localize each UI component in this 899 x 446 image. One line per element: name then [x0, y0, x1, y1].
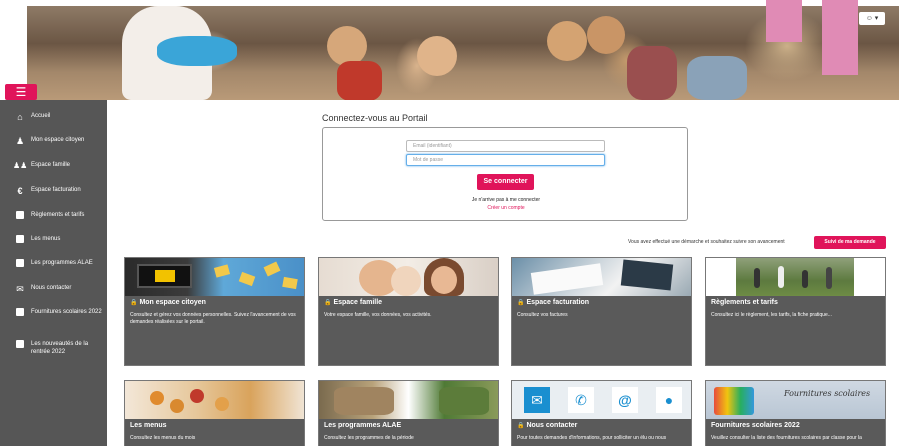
- card-description: Pour toutes demandes d'informations, pou…: [517, 435, 667, 441]
- user-icon: ♟: [15, 136, 25, 146]
- mail-icon: ✉: [524, 387, 550, 413]
- password-field[interactable]: Mot de passe: [406, 154, 605, 166]
- card-image: [125, 381, 304, 419]
- lock-icon: 🔒: [130, 300, 138, 306]
- card-espace-facturation[interactable]: 🔒 Espace facturation Consultez vos factu…: [511, 257, 692, 366]
- card-fournitures[interactable]: Fournitures scolaires Fournitures scolai…: [705, 380, 886, 446]
- sidebar-item-espace-famille[interactable]: ♟♟ Espace famille: [0, 161, 107, 170]
- sidebar-item-label: Espace famille: [31, 162, 71, 168]
- card-espace-citoyen[interactable]: 🔒 Mon espace citoyen Consultez et gérez …: [124, 257, 305, 366]
- menu-toggle-button[interactable]: ☰: [5, 84, 37, 100]
- card-image: ✉ ✆ @ ●: [512, 381, 691, 419]
- card-image: [125, 258, 304, 296]
- card-espace-famille[interactable]: 🔒 Espace famille Votre espace famille, v…: [318, 257, 499, 366]
- square-icon: [16, 340, 24, 348]
- card-title: 🔒 Nous contacter: [517, 422, 578, 429]
- card-title: Fournitures scolaires 2022: [711, 422, 800, 429]
- sidebar-item-reglements[interactable]: Règlements et tarifs: [0, 211, 107, 219]
- card-description: Veuillez consulter la liste des fournitu…: [711, 435, 862, 441]
- card-title: Règlements et tarifs: [711, 299, 778, 306]
- hamburger-icon: ☰: [15, 85, 27, 99]
- card-title: 🔒 Espace famille: [324, 299, 383, 306]
- sidebar-item-label: Les menus: [31, 236, 61, 242]
- card-nous-contacter[interactable]: ✉ ✆ @ ● 🔒 Nous contacter Pour toutes dem…: [511, 380, 692, 446]
- card-image: Fournitures scolaires: [706, 381, 885, 419]
- card-programmes-alae[interactable]: Les programmes ALAE Consultez les progra…: [318, 380, 499, 446]
- card-description: Consultez ici le règlement, les tarifs, …: [711, 312, 832, 318]
- sidebar-item-programmes[interactable]: Les programmes ALAE: [0, 259, 107, 267]
- sidebar-item-label: Nous contacter: [31, 285, 72, 291]
- user-icon: ☺: [865, 15, 873, 22]
- follow-request-text: Vous avez effectué une démarche et souha…: [628, 239, 785, 245]
- card-image: [319, 381, 498, 419]
- sidebar: ⌂ Accueil ♟ Mon espace citoyen ♟♟ Espace…: [0, 100, 107, 446]
- card-description: Consultez et gérez vos données personnel…: [130, 312, 296, 325]
- lock-icon: 🔒: [324, 300, 332, 306]
- euro-icon: €: [17, 186, 23, 196]
- sidebar-item-label: Espace facturation: [31, 187, 81, 193]
- phone-icon: ✆: [568, 387, 594, 413]
- mail-icon: ✉: [16, 284, 24, 294]
- sidebar-item-facturation[interactable]: € Espace facturation: [0, 186, 107, 196]
- square-icon: [16, 308, 24, 316]
- card-reglements[interactable]: Règlements et tarifs Consultez ici le rè…: [705, 257, 886, 366]
- sidebar-item-label: Accueil: [31, 113, 51, 119]
- card-title: 🔒 Espace facturation: [517, 299, 590, 306]
- card-image-caption: Fournitures scolaires: [784, 389, 871, 398]
- sidebar-item-label: Les programmes ALAE: [31, 260, 93, 266]
- follow-request-button[interactable]: Suivi de ma demande: [814, 236, 886, 249]
- card-image: [512, 258, 691, 296]
- forgot-link[interactable]: Je n'arrive pas à me connecter: [323, 197, 689, 203]
- sidebar-item-label: Mon espace citoyen: [31, 137, 85, 143]
- sidebar-item-espace-citoyen[interactable]: ♟ Mon espace citoyen: [0, 136, 107, 146]
- square-icon: [16, 235, 24, 243]
- card-menus[interactable]: Les menus Consultez les menus du mois: [124, 380, 305, 446]
- user-menu-button[interactable]: ☺ ▾: [859, 12, 885, 25]
- location-icon: ●: [656, 387, 682, 413]
- sidebar-item-fournitures[interactable]: Fournitures scolaires 2022: [0, 308, 107, 316]
- sidebar-item-label: Fournitures scolaires 2022: [31, 309, 102, 315]
- create-account-link[interactable]: Créer un compte: [323, 205, 689, 211]
- card-image: [706, 258, 885, 296]
- at-icon: @: [612, 387, 638, 413]
- email-field[interactable]: Email (identifiant): [406, 140, 605, 152]
- square-icon: [16, 211, 24, 219]
- login-title: Connectez-vous au Portail: [322, 113, 428, 123]
- card-title: Les menus: [130, 422, 167, 429]
- card-description: Consultez vos factures: [517, 312, 568, 318]
- home-icon: ⌂: [17, 112, 23, 122]
- sidebar-item-label: Règlements et tarifs: [31, 212, 85, 218]
- sidebar-item-contact[interactable]: ✉ Nous contacter: [0, 284, 107, 294]
- square-icon: [16, 259, 24, 267]
- card-description: Votre espace famille, vos données, vos a…: [324, 312, 432, 318]
- sidebar-item-nouveautes[interactable]: Les nouveautés de la rentrée 2022: [0, 340, 107, 356]
- family-icon: ♟♟: [13, 161, 28, 170]
- card-title: Les programmes ALAE: [324, 422, 402, 429]
- card-description: Consultez les menus du mois: [130, 435, 196, 441]
- card-description: Consultez les programmes de la période: [324, 435, 414, 441]
- lock-icon: 🔒: [517, 423, 525, 429]
- login-button[interactable]: Se connecter: [477, 174, 534, 190]
- header-banner: ☺ ▾: [0, 0, 899, 100]
- decor-pink-block: [822, 0, 858, 75]
- chevron-down-icon: ▾: [874, 15, 879, 22]
- card-image: [319, 258, 498, 296]
- sidebar-item-label: Les nouveautés de la rentrée 2022: [31, 341, 89, 355]
- card-title: 🔒 Mon espace citoyen: [130, 299, 206, 306]
- lock-icon: 🔒: [517, 300, 525, 306]
- sidebar-item-accueil[interactable]: ⌂ Accueil: [0, 112, 107, 122]
- decor-pink-block: [766, 0, 802, 42]
- sidebar-item-menus[interactable]: Les menus: [0, 235, 107, 243]
- login-form: Email (identifiant) Mot de passe Se conn…: [322, 127, 688, 221]
